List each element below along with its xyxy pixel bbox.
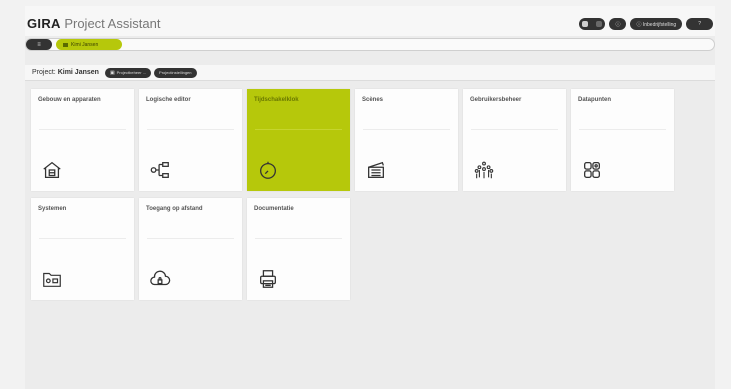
tile-label: Gebouw en apparaten — [38, 97, 101, 103]
breadcrumb-project[interactable]: Kimi Jansen — [56, 39, 122, 50]
breadcrumb-home[interactable]: ≡ — [26, 39, 52, 50]
printer-icon — [257, 268, 279, 290]
tile-divider — [363, 129, 450, 130]
project-name: Kimi Jansen — [57, 69, 99, 76]
tile-label: Tijdschakelklok — [254, 97, 299, 103]
building-icon — [41, 159, 63, 181]
tile-label: Datapunten — [578, 97, 611, 103]
breadcrumb: ≡ Kimi Jansen — [25, 38, 715, 51]
updates-button[interactable]: ⓘ — [609, 18, 627, 30]
tile-documentation[interactable]: Documentatie — [247, 198, 350, 300]
breadcrumb-project-label: Kimi Jansen — [71, 41, 99, 48]
project-settings-button[interactable]: Projectinstellingen — [154, 67, 197, 78]
header-bar: GIRA Project Assistant ⓘ ⓘ Inbedrijfstel… — [25, 6, 715, 36]
project-manage-label: Projectbeheer ... — [116, 70, 147, 75]
tile-divider — [147, 238, 234, 239]
tile-scenes[interactable]: Scènes — [355, 89, 458, 191]
tile-building-devices[interactable]: Gebouw en apparaten — [31, 89, 134, 191]
tile-timer-clock[interactable]: Tijdschakelklok — [247, 89, 350, 191]
project-bar: Project: Kimi Jansen ▣ Projectbeheer ...… — [25, 65, 715, 81]
tile-remote-access[interactable]: Toegang op afstand — [139, 198, 242, 300]
commissioning-label: ⓘ Inbedrijfstelling — [636, 21, 677, 28]
commissioning-button[interactable]: ⓘ Inbedrijfstelling — [630, 18, 683, 30]
toggle-knob-off — [596, 21, 603, 27]
tile-label: Gebruikersbeheer — [470, 97, 522, 103]
tile-divider — [579, 129, 666, 130]
updates-label: ⓘ — [615, 21, 621, 28]
tile-divider — [39, 129, 126, 130]
tile-logic-editor[interactable]: Logische editor — [139, 89, 242, 191]
folder-icon: ▣ — [109, 69, 115, 76]
tile-label: Documentatie — [254, 206, 294, 212]
tile-user-management[interactable]: Gebruikersbeheer — [463, 89, 566, 191]
tile-datapoints[interactable]: Datapunten — [571, 89, 674, 191]
header-controls: ⓘ ⓘ Inbedrijfstelling ? — [579, 18, 713, 30]
app-subtitle: Project Assistant — [64, 16, 161, 31]
tile-label: Toegang op afstand — [146, 206, 203, 212]
datapoints-icon — [581, 159, 603, 181]
help-button[interactable]: ? — [686, 18, 713, 30]
tile-divider — [39, 238, 126, 239]
project-manage-button[interactable]: ▣ Projectbeheer ... — [104, 67, 152, 78]
tile-divider — [255, 238, 342, 239]
project-prefix: Project: — [32, 69, 56, 76]
app-window: GIRA Project Assistant ⓘ ⓘ Inbedrijfstel… — [25, 6, 715, 389]
tile-divider — [471, 129, 558, 130]
tile-systems[interactable]: Systemen — [31, 198, 134, 300]
logic-editor-icon — [149, 159, 171, 181]
tile-divider — [147, 129, 234, 130]
remote-access-cloud-icon — [149, 268, 171, 290]
timer-clock-icon — [257, 159, 279, 181]
users-icon — [473, 159, 495, 181]
tile-label: Systemen — [38, 206, 67, 212]
project-title: Project: Kimi Jansen — [32, 69, 99, 76]
brand-logo: GIRA — [27, 16, 61, 31]
scene-clapper-icon — [365, 159, 387, 181]
help-label: ? — [698, 21, 701, 27]
tile-label: Logische editor — [146, 97, 191, 103]
project-settings-label: Projectinstellingen — [159, 70, 192, 75]
systems-icon — [41, 268, 63, 290]
menu-icon: ≡ — [37, 41, 41, 48]
mode-toggle[interactable] — [579, 18, 606, 30]
toggle-knob-on — [582, 21, 589, 27]
tile-divider — [255, 129, 342, 130]
tile-label: Scènes — [362, 97, 384, 103]
project-icon — [63, 42, 68, 47]
app-title: GIRA Project Assistant — [27, 16, 160, 31]
